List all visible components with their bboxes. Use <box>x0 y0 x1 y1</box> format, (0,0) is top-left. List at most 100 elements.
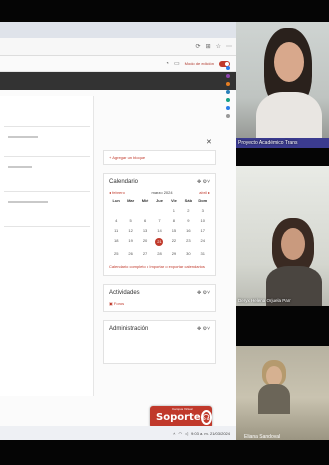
block-actions-icon[interactable]: ✥ ⚙˅ <box>197 290 210 296</box>
divider <box>4 156 90 157</box>
calendar-day[interactable]: 16 <box>181 228 195 233</box>
windows-taskbar: ˄ ◠ ◁ 9:03 a. m. 21/03/2024 <box>0 426 236 440</box>
course-header-bar <box>0 72 236 90</box>
calendar-day[interactable]: 29 <box>167 251 181 256</box>
video-call-frame: ⟳ ⊞ ☆ ⋯ ◔ ▭ Modo de edición ✕ + Agregar … <box>0 0 329 465</box>
calendar-day[interactable]: 6 <box>138 218 152 223</box>
participant-name: Proyecto Académico Trans <box>236 138 329 148</box>
edit-mode-label: Modo de edición <box>184 61 214 66</box>
calendar-day[interactable]: 30 <box>181 251 195 256</box>
block-actions-icon[interactable]: ✥ ⚙˅ <box>197 326 210 332</box>
day-of-week-label: Lun <box>112 198 120 203</box>
day-of-week-label: Vie <box>170 198 177 203</box>
block-drawer: + Agregar un bloque Calendario ✥ ⚙˅ ◂ fe… <box>103 150 216 372</box>
calendar-day[interactable]: 15 <box>167 228 181 233</box>
prev-month-link[interactable]: ◂ febrero <box>109 190 125 195</box>
block-actions-icon[interactable]: ✥ ⚙˅ <box>197 179 210 185</box>
star-icon[interactable]: ☆ <box>216 43 221 50</box>
app-icon[interactable] <box>226 90 230 94</box>
activities-title: Actividades <box>109 290 140 296</box>
calendar-empty-cell <box>109 208 123 213</box>
calendar-day[interactable]: 5 <box>123 218 137 223</box>
extensions-icon[interactable]: ⊞ <box>206 43 211 50</box>
calendar-day[interactable]: 8 <box>167 218 181 223</box>
participant-tile[interactable]: Deryx Helena Orjuela Parr <box>236 166 329 306</box>
calendar-empty-cell <box>123 208 137 213</box>
close-drawer-icon[interactable]: ✕ <box>206 138 212 146</box>
activities-block: Actividades ✥ ⚙˅ ▣ Foros <box>103 284 216 312</box>
reload-icon[interactable]: ⟳ <box>196 43 201 50</box>
app-icon[interactable] <box>226 106 230 110</box>
calendar-day[interactable]: 9 <box>181 218 195 223</box>
calendar-day[interactable]: 12 <box>123 228 137 233</box>
calendar-day[interactable]: 22 <box>167 238 181 246</box>
messages-icon[interactable]: ▭ <box>174 60 180 67</box>
taskbar-clock[interactable]: 9:03 a. m. 21/03/2024 <box>191 431 230 436</box>
calendar-day[interactable]: 25 <box>109 251 123 256</box>
calendar-day[interactable]: 1 <box>167 208 181 213</box>
clock-date: 21/03/2024 <box>209 430 230 436</box>
calendar-block: Calendario ✥ ⚙˅ ◂ febrero marzo 2024 abr… <box>103 173 216 276</box>
app-icon[interactable] <box>226 98 230 102</box>
divider <box>4 191 90 192</box>
app-icon[interactable] <box>226 66 230 70</box>
course-index-panel <box>0 96 94 396</box>
day-of-week-label: Sáb <box>184 198 193 203</box>
calendar-day[interactable]: 4 <box>109 218 123 223</box>
forum-icon: ▣ <box>109 301 113 306</box>
next-month-link[interactable]: abril ▸ <box>199 190 210 195</box>
calendar-grid: Lun Mar Mié Jue Vie Sáb Dom 1 2 3 4 5 6 7 8 9 10 11 12 13 14… <box>109 198 210 256</box>
calendar-day[interactable]: 28 <box>152 251 166 256</box>
participant-tile[interactable] <box>236 346 329 440</box>
participant-name: Eliana Sandoval <box>244 434 281 440</box>
day-of-week-label: Dom <box>198 198 208 203</box>
participant-tile[interactable]: Proyecto Académico Trans <box>236 22 329 148</box>
calendar-day[interactable]: 18 <box>109 238 123 246</box>
calendar-day[interactable]: 17 <box>196 228 210 233</box>
browser-tab-bar <box>0 22 236 38</box>
clock-time: 9:03 a. m. <box>191 430 209 436</box>
divider <box>4 126 90 127</box>
page-toolbar: ◔ ▭ Modo de edición <box>0 56 236 72</box>
add-icon[interactable] <box>226 114 230 118</box>
app-icon[interactable] <box>226 82 230 86</box>
current-month: marzo 2024 <box>151 190 173 195</box>
calendar-day[interactable]: 27 <box>138 251 152 256</box>
calendar-day[interactable]: 14 <box>152 228 166 233</box>
calendar-empty-cell <box>152 208 166 213</box>
soporte-sublabel: Campus Virtual <box>172 407 193 411</box>
browser-side-icons <box>224 62 232 242</box>
import-export-link[interactable]: Importar o exportar calendarios <box>149 264 205 269</box>
calendar-day[interactable]: 24 <box>196 238 210 246</box>
full-calendar-link[interactable]: Calendario completo <box>109 264 146 269</box>
soporte-label: Soporte <box>156 411 201 423</box>
forums-link[interactable]: Foros <box>114 301 124 306</box>
calendar-day[interactable]: 10 <box>196 218 210 223</box>
calendar-day[interactable]: 13 <box>138 228 152 233</box>
day-of-week-label: Jue <box>156 198 163 203</box>
calendar-day[interactable]: 20 <box>138 238 152 246</box>
calendar-day[interactable]: 23 <box>181 238 195 246</box>
volume-icon[interactable]: ◁ <box>185 431 188 436</box>
browser-address-bar: ⟳ ⊞ ☆ ⋯ <box>0 38 236 56</box>
add-block-button[interactable]: + Agregar un bloque <box>103 150 216 165</box>
calendar-day[interactable]: 26 <box>123 251 137 256</box>
calendar-day[interactable]: 2 <box>181 208 195 213</box>
day-of-week-label: Mar <box>127 198 135 203</box>
wifi-icon[interactable]: ◠ <box>178 431 182 436</box>
chevron-up-icon[interactable]: ˄ <box>173 431 175 436</box>
calendar-day[interactable]: 11 <box>109 228 123 233</box>
notifications-icon[interactable]: ◔ <box>165 61 169 67</box>
calendar-title: Calendario <box>109 179 139 185</box>
calendar-day[interactable]: 21 <box>155 238 164 246</box>
calendar-day[interactable]: 3 <box>196 208 210 213</box>
calendar-day[interactable]: 31 <box>196 251 210 256</box>
menu-icon[interactable]: ⋯ <box>226 43 232 50</box>
calendar-day[interactable]: 7 <box>152 218 166 223</box>
admin-block: Administración ✥ ⚙˅ <box>103 320 216 364</box>
calendar-day[interactable]: 19 <box>123 238 137 246</box>
day-of-week-label: Mié <box>141 198 149 203</box>
placeholder-text <box>8 166 32 168</box>
app-icon[interactable] <box>226 74 230 78</box>
soporte-button[interactable]: Campus Virtual Soporte ☊ <box>150 406 212 428</box>
